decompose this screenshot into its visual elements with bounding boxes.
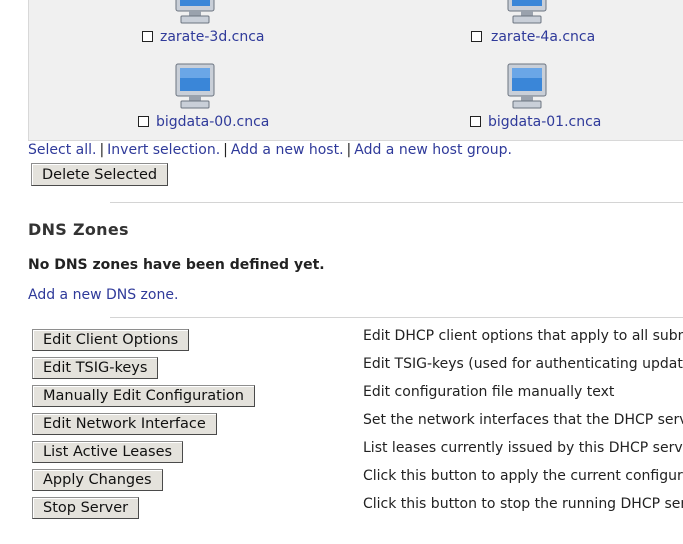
edit-client-options-button[interactable]: Edit Client Options [32, 329, 190, 351]
divider [110, 202, 683, 203]
action-description: Click this button to apply the current c… [363, 468, 683, 484]
select-all-link[interactable]: Select all. [28, 142, 96, 158]
edit-network-interface-button[interactable]: Edit Network Interface [32, 413, 217, 435]
action-description: Click this button to stop the running DH… [363, 496, 683, 512]
host-checkbox[interactable] [470, 116, 481, 127]
action-description: Set the network interfaces that the DHCP… [363, 412, 683, 428]
divider [110, 317, 683, 318]
edit-tsig-keys-button[interactable]: Edit TSIG-keys [32, 357, 159, 379]
action-description: Edit configuration file manually text [363, 384, 615, 400]
action-description: Edit TSIG-keys (used for authenticating … [363, 356, 683, 372]
apply-changes-button[interactable]: Apply Changes [32, 469, 163, 491]
add-host-link[interactable]: Add a new host. [231, 142, 344, 158]
host-cell: bigdata-01.cnca [467, 63, 667, 133]
host-cell: bigdata-00.cnca [135, 63, 335, 133]
list-active-leases-button[interactable]: List Active Leases [32, 441, 184, 463]
host-checkbox[interactable] [142, 31, 153, 42]
link-separator: | [346, 142, 352, 158]
host-actions-links: Select all. | Invert selection. | Add a new … [28, 142, 512, 158]
host-link[interactable]: bigdata-00.cnca [156, 114, 269, 130]
computer-monitor-icon[interactable] [507, 63, 547, 109]
stop-server-button[interactable]: Stop Server [32, 497, 140, 519]
host-checkbox[interactable] [471, 31, 482, 42]
add-dns-zone-link[interactable]: Add a new DNS zone. [28, 287, 178, 303]
section-title: DNS Zones [28, 220, 129, 239]
host-link[interactable]: zarate-4a.cnca [491, 29, 595, 45]
delete-selected-button[interactable]: Delete Selected [31, 163, 169, 186]
computer-monitor-icon[interactable] [507, 0, 547, 24]
action-description: Edit DHCP client options that apply to a… [363, 328, 683, 344]
action-description: List leases currently issued by this DHC… [363, 440, 683, 456]
link-separator: | [99, 142, 105, 158]
empty-message: No DNS zones have been defined yet. [28, 257, 325, 273]
host-link[interactable]: zarate-3d.cnca [160, 29, 265, 45]
add-host-group-link[interactable]: Add a new host group. [354, 142, 512, 158]
host-checkbox[interactable] [138, 116, 149, 127]
host-link[interactable]: bigdata-01.cnca [488, 114, 601, 130]
manually-edit-configuration-button[interactable]: Manually Edit Configuration [32, 385, 255, 407]
hosts-panel: zarate-3d.cnca zarate-4a.cnca bigdata-00… [28, 0, 683, 141]
computer-monitor-icon[interactable] [175, 0, 215, 24]
computer-monitor-icon[interactable] [175, 63, 215, 109]
link-separator: | [223, 142, 228, 158]
host-cell: zarate-3d.cnca [139, 0, 339, 48]
host-cell: zarate-4a.cnca [470, 0, 670, 48]
invert-selection-link[interactable]: Invert selection. [107, 142, 220, 158]
